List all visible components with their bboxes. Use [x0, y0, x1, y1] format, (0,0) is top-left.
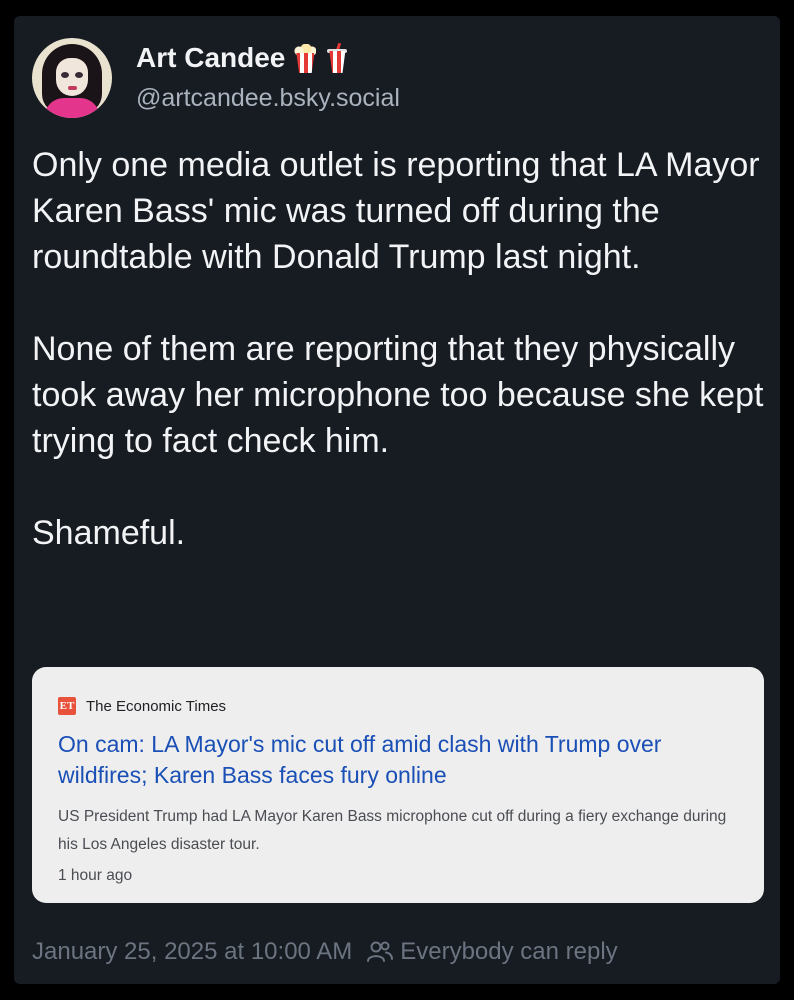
avatar-eye — [61, 72, 69, 78]
post-text: Only one media outlet is reporting that … — [32, 142, 772, 556]
post-paragraph: Only one media outlet is reporting that … — [32, 146, 760, 276]
people-icon — [367, 941, 394, 962]
cup-with-straw-icon — [325, 42, 349, 73]
author-display-name[interactable]: Art Candee — [136, 42, 349, 74]
avatar[interactable] — [32, 38, 112, 118]
post-paragraph: Shameful. — [32, 514, 186, 552]
avatar-shirt — [44, 98, 100, 118]
popcorn-icon — [293, 43, 317, 73]
card-timestamp: 1 hour ago — [58, 867, 133, 884]
reply-setting-label: Everybody can reply — [400, 938, 618, 965]
card-source-name: The Economic Times — [86, 697, 227, 715]
author-name-text: Art Candee — [136, 42, 286, 73]
post-footer: January 25, 2025 at 10:00 AM Everybody c… — [32, 938, 618, 966]
avatar-eye — [75, 72, 83, 78]
avatar-lips — [68, 86, 77, 90]
post-timestamp[interactable]: January 25, 2025 at 10:00 AM — [32, 938, 352, 966]
post-paragraph: None of them are reporting that they phy… — [32, 330, 764, 460]
card-title-link[interactable]: On cam: LA Mayor's mic cut off amid clas… — [58, 729, 748, 791]
reply-setting[interactable]: Everybody can reply — [366, 938, 618, 966]
avatar-face — [56, 58, 88, 96]
card-source: ET The Economic Times — [58, 697, 226, 715]
author-handle[interactable]: @artcandee.bsky.social — [136, 84, 400, 113]
economic-times-logo-icon: ET — [58, 697, 76, 715]
card-description: US President Trump had LA Mayor Karen Ba… — [58, 808, 727, 853]
link-preview-card[interactable]: ET The Economic Times On cam: LA Mayor's… — [32, 667, 764, 903]
